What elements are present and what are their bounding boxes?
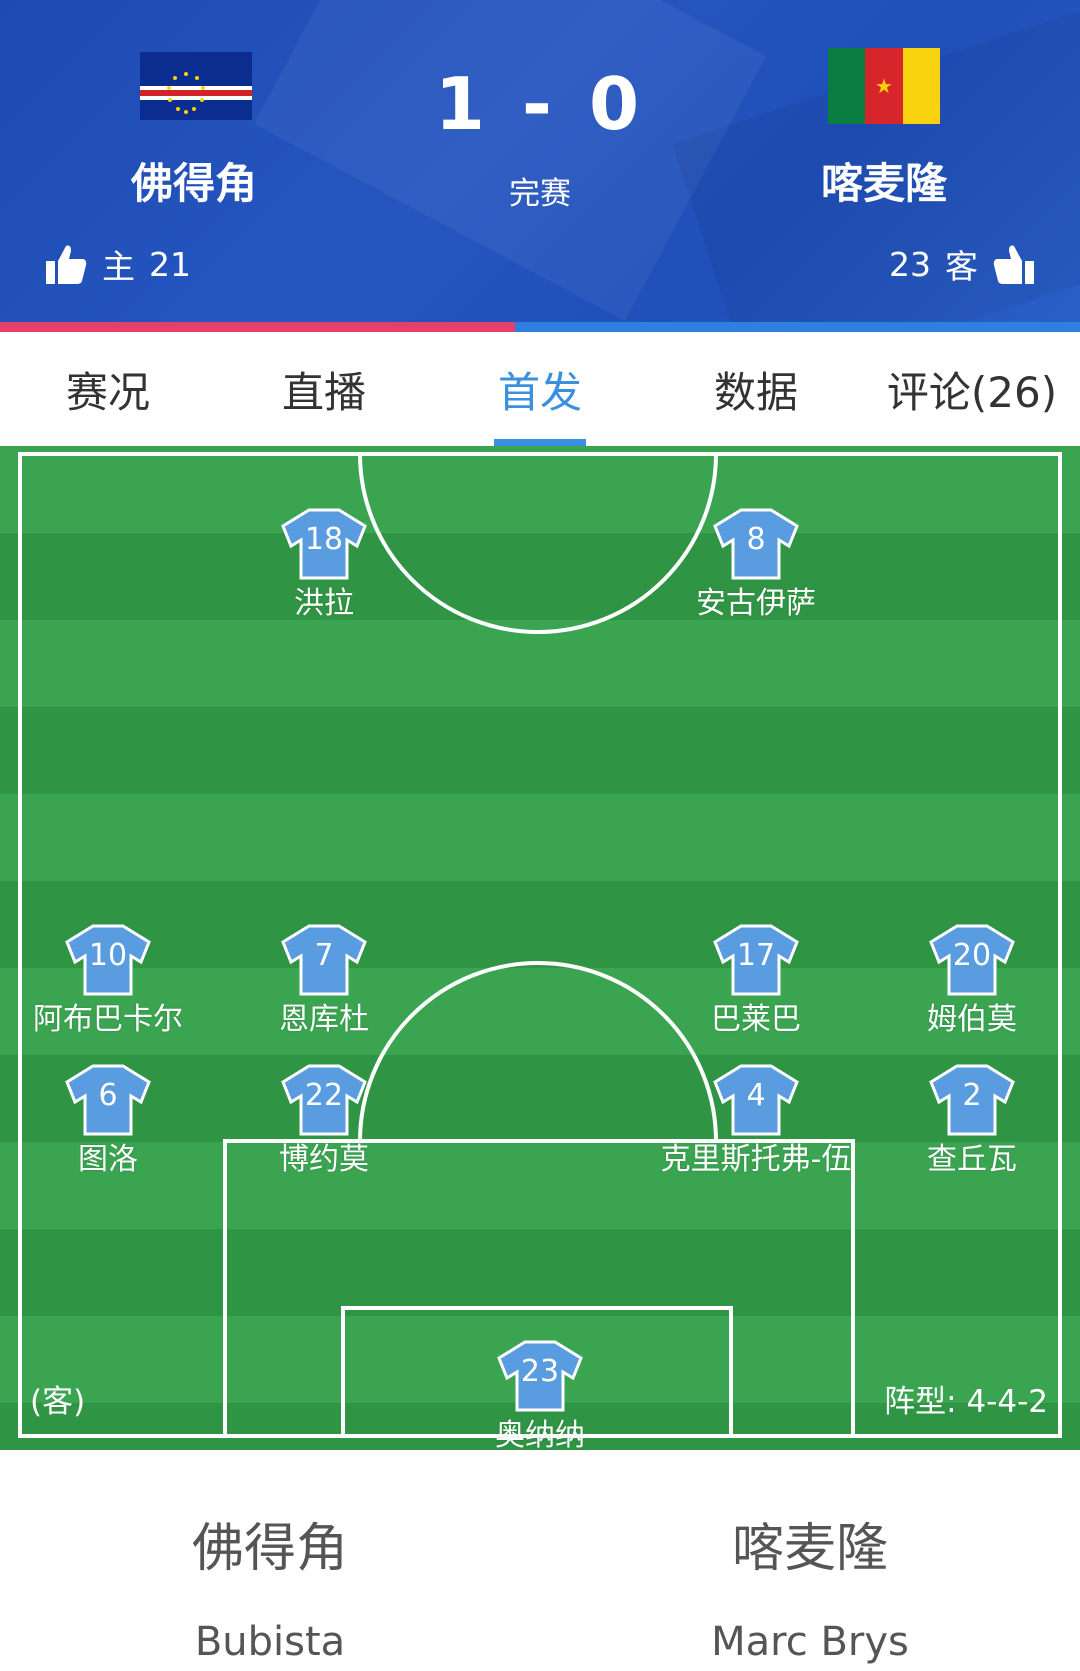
- jersey-icon: 6: [65, 1064, 151, 1136]
- formation-label: 阵型: 4-4-2: [884, 1384, 1048, 1420]
- home-support-bar: [0, 322, 515, 332]
- player-name: 奥纳纳: [495, 1418, 585, 1450]
- jersey-icon: 10: [65, 924, 151, 996]
- player-number: 7: [314, 938, 334, 973]
- jersey-icon: 4: [713, 1064, 799, 1136]
- away-likes-count: 23: [889, 244, 931, 284]
- player-card[interactable]: 17 巴莱巴: [636, 924, 876, 1038]
- home-like-button[interactable]: 主 21: [44, 240, 191, 288]
- player-number: 4: [746, 1078, 766, 1113]
- player-card[interactable]: 8 安古伊萨: [636, 508, 876, 622]
- player-card[interactable]: 7 恩库杜: [204, 924, 444, 1038]
- away-coach-block: 喀麦隆 Marc Brys: [540, 1506, 1080, 1665]
- player-name: 巴莱巴: [711, 1002, 801, 1037]
- match-score: 1 - 0: [434, 62, 646, 146]
- player-number: 22: [304, 1078, 344, 1113]
- player-card[interactable]: 20 姆伯莫: [852, 924, 1080, 1038]
- away-coach-name[interactable]: Marc Brys: [540, 1619, 1080, 1665]
- jersey-icon: 18: [281, 508, 367, 580]
- tab-stats[interactable]: 数据: [648, 332, 864, 446]
- jersey-icon: 22: [281, 1064, 367, 1136]
- thumbs-up-icon: [993, 245, 1034, 284]
- away-coach-team: 喀麦隆: [731, 1519, 888, 1579]
- player-number: 8: [746, 522, 766, 557]
- thumbs-up-icon: [46, 245, 87, 284]
- player-number: 2: [962, 1078, 982, 1113]
- player-name: 查丘瓦: [927, 1142, 1017, 1177]
- player-card[interactable]: 18 洪拉: [204, 508, 444, 622]
- home-coach-block: 佛得角 Bubista: [0, 1506, 540, 1665]
- player-name: 恩库杜: [279, 1002, 369, 1037]
- player-number: 18: [304, 522, 344, 557]
- player-name: 洪拉: [294, 586, 354, 621]
- home-likes-label: 主: [102, 247, 135, 286]
- tab-lineup[interactable]: 首发: [432, 332, 648, 446]
- player-name: 克里斯托弗-伍: [660, 1142, 852, 1177]
- jersey-icon: 23: [497, 1340, 583, 1412]
- player-name: 博约莫: [279, 1142, 369, 1177]
- jersey-icon: 17: [713, 924, 799, 996]
- match-header: ★ 佛得角 喀麦隆 1 - 0 完赛 主 21 23 客: [0, 0, 1080, 322]
- player-name: 姆伯莫: [927, 1002, 1017, 1037]
- player-number: 6: [98, 1078, 118, 1113]
- player-card[interactable]: 10 阿布巴卡尔: [0, 924, 228, 1038]
- team-side-label: (客): [30, 1384, 86, 1420]
- tab-comments[interactable]: 评论(26): [864, 332, 1080, 446]
- home-likes-count: 21: [149, 244, 191, 284]
- match-status: 完赛: [509, 176, 571, 212]
- player-card[interactable]: 23 奥纳纳: [420, 1340, 660, 1450]
- jersey-icon: 20: [929, 924, 1015, 996]
- player-number: 20: [952, 938, 992, 973]
- away-like-button[interactable]: 23 客: [889, 240, 1036, 288]
- home-coach-team: 佛得角: [191, 1519, 348, 1579]
- player-card[interactable]: 4 克里斯托弗-伍: [636, 1064, 876, 1178]
- lineup-pitch: 18 洪拉 8 安古伊萨 10 阿布巴卡尔 7 恩库杜 17 巴莱巴 20 姆伯…: [0, 446, 1080, 1450]
- tab-match-status[interactable]: 赛况: [0, 332, 216, 446]
- away-likes-label: 客: [945, 247, 978, 286]
- coaches-section: 佛得角 Bubista 喀麦隆 Marc Brys: [0, 1450, 1080, 1671]
- player-number: 23: [520, 1354, 560, 1389]
- player-name: 阿布巴卡尔: [33, 1002, 183, 1037]
- jersey-icon: 2: [929, 1064, 1015, 1136]
- player-name: 图洛: [78, 1142, 138, 1177]
- away-support-bar: [515, 322, 1080, 332]
- tab-live[interactable]: 直播: [216, 332, 432, 446]
- player-number: 10: [88, 938, 128, 973]
- tab-bar: 赛况 直播 首发 数据 评论(26): [0, 332, 1080, 446]
- player-name: 安古伊萨: [696, 586, 816, 621]
- jersey-icon: 8: [713, 508, 799, 580]
- player-card[interactable]: 6 图洛: [0, 1064, 228, 1178]
- player-number: 17: [736, 938, 776, 973]
- jersey-icon: 7: [281, 924, 367, 996]
- player-card[interactable]: 2 查丘瓦: [852, 1064, 1080, 1178]
- player-card[interactable]: 22 博约莫: [204, 1064, 444, 1178]
- home-coach-name[interactable]: Bubista: [0, 1619, 540, 1665]
